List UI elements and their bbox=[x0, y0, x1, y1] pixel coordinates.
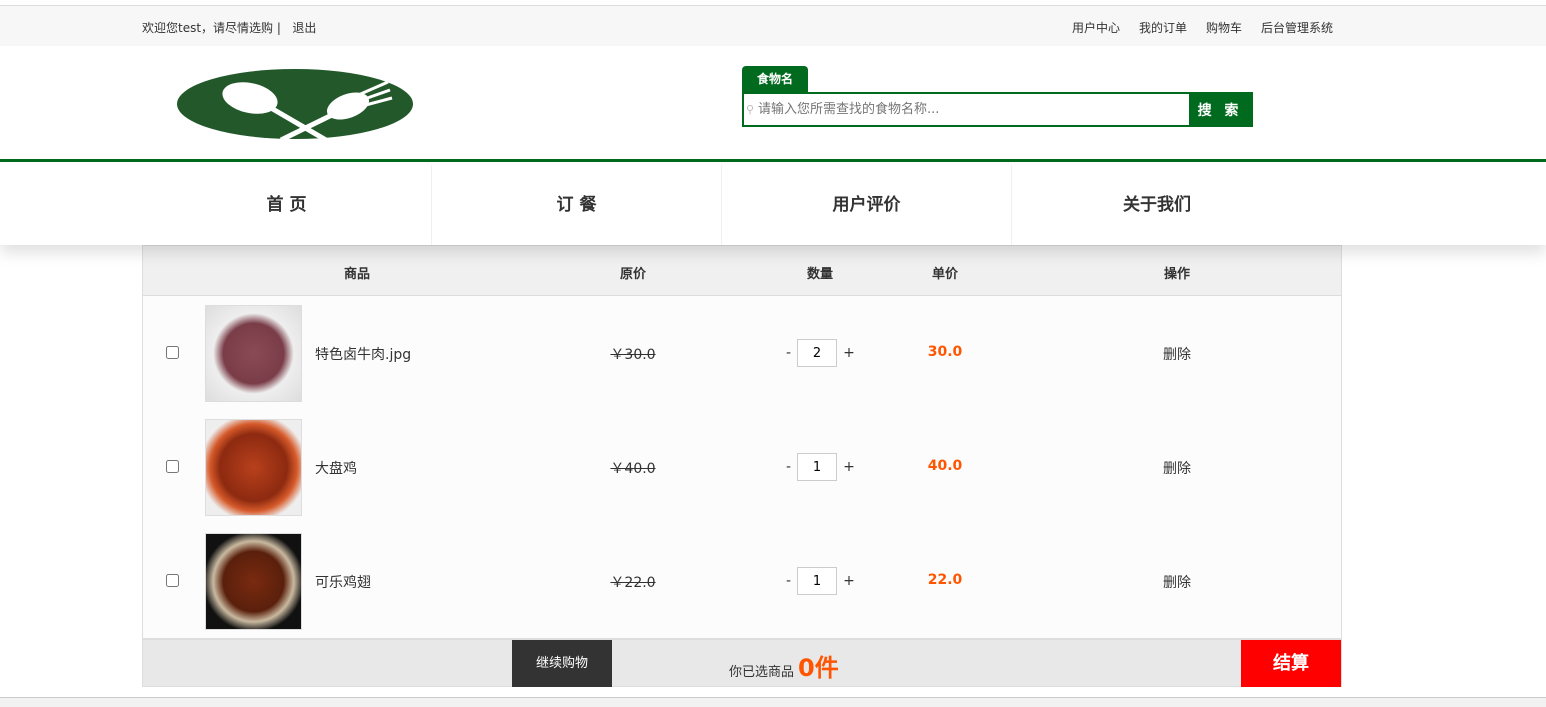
delete-button[interactable]: 删除 bbox=[1163, 344, 1191, 364]
unit-price: 40.0 bbox=[927, 458, 963, 474]
quantity-input[interactable] bbox=[797, 339, 838, 367]
my-orders-link[interactable]: 我的订单 bbox=[1139, 19, 1187, 36]
quantity-stepper: -+ bbox=[786, 453, 855, 481]
main-nav: 首 页 订 餐 用户评价 关于我们 bbox=[0, 165, 1546, 245]
original-price: ￥40.0 bbox=[610, 461, 656, 477]
top-bar: 欢迎您test，请尽情选购 | 退出 用户中心 我的订单 购物车 后台管理系统 bbox=[0, 6, 1546, 46]
table-header: 商品 原价 数量 单价 操作 bbox=[143, 246, 1341, 296]
nav-home[interactable]: 首 页 bbox=[142, 165, 432, 245]
product-name: 可乐鸡翅 bbox=[315, 575, 371, 591]
unit-price: 30.0 bbox=[927, 344, 963, 360]
product-name: 特色卤牛肉.jpg bbox=[315, 347, 412, 363]
quantity-input[interactable] bbox=[797, 567, 838, 595]
delete-button[interactable]: 删除 bbox=[1163, 458, 1191, 478]
header: 食物名 ⚲ 搜 索 bbox=[0, 46, 1546, 162]
header-quantity: 数量 bbox=[806, 267, 834, 282]
welcome-text: 欢迎您test，请尽情选购 | bbox=[142, 21, 281, 35]
header-action: 操作 bbox=[1163, 267, 1191, 282]
nav-order[interactable]: 订 餐 bbox=[432, 165, 722, 245]
selected-summary: 你已选商品 0件 bbox=[729, 648, 839, 683]
header-product: 商品 bbox=[343, 267, 371, 282]
footer-bar bbox=[0, 697, 1546, 707]
original-price: ￥30.0 bbox=[610, 347, 656, 363]
increase-button[interactable]: + bbox=[843, 345, 855, 361]
table-row: 特色卤牛肉.jpg ￥30.0 -+ 30.0 删除 bbox=[143, 296, 1341, 410]
quantity-input[interactable] bbox=[797, 453, 838, 481]
decrease-button[interactable]: - bbox=[786, 573, 791, 589]
row-checkbox[interactable] bbox=[166, 346, 179, 359]
table-row: 可乐鸡翅 ￥22.0 -+ 22.0 删除 bbox=[143, 524, 1341, 638]
decrease-button[interactable]: - bbox=[786, 459, 791, 475]
logo[interactable] bbox=[176, 68, 414, 140]
search-button[interactable]: 搜 索 bbox=[1189, 94, 1251, 125]
product-name: 大盘鸡 bbox=[315, 461, 357, 477]
nav-about[interactable]: 关于我们 bbox=[1012, 165, 1302, 245]
admin-link[interactable]: 后台管理系统 bbox=[1261, 19, 1333, 36]
decrease-button[interactable]: - bbox=[786, 345, 791, 361]
unit-price: 22.0 bbox=[927, 572, 963, 588]
logout-link[interactable]: 退出 bbox=[292, 21, 316, 35]
user-center-link[interactable]: 用户中心 bbox=[1072, 19, 1120, 36]
product-image bbox=[205, 419, 302, 516]
table-row: 大盘鸡 ￥40.0 -+ 40.0 删除 bbox=[143, 410, 1341, 524]
search-icon: ⚲ bbox=[746, 103, 755, 116]
increase-button[interactable]: + bbox=[843, 459, 855, 475]
search-input[interactable] bbox=[758, 94, 1189, 125]
quantity-stepper: -+ bbox=[786, 567, 855, 595]
cart-footer: 继续购物 你已选商品 0件 结算 bbox=[142, 639, 1342, 687]
continue-shopping-button[interactable]: 继续购物 bbox=[512, 640, 612, 687]
delete-button[interactable]: 删除 bbox=[1163, 572, 1191, 592]
quantity-stepper: -+ bbox=[786, 339, 855, 367]
header-unit: 单价 bbox=[931, 267, 959, 282]
search-category-tab[interactable]: 食物名 bbox=[742, 66, 808, 93]
checkout-button[interactable]: 结算 bbox=[1241, 640, 1341, 687]
cart-table: 商品 原价 数量 单价 操作 特色卤牛肉.jpg ￥30.0 -+ 30.0 删… bbox=[142, 245, 1342, 639]
product-image bbox=[205, 305, 302, 402]
search-box: ⚲ 搜 索 bbox=[742, 92, 1253, 127]
selected-label: 你已选商品 bbox=[729, 665, 795, 680]
nav-reviews[interactable]: 用户评价 bbox=[722, 165, 1012, 245]
original-price: ￥22.0 bbox=[610, 575, 656, 591]
increase-button[interactable]: + bbox=[843, 573, 855, 589]
header-original: 原价 bbox=[619, 267, 647, 282]
cart-link[interactable]: 购物车 bbox=[1206, 19, 1242, 36]
row-checkbox[interactable] bbox=[166, 460, 179, 473]
selected-count: 0件 bbox=[798, 654, 839, 682]
row-checkbox[interactable] bbox=[166, 574, 179, 587]
product-image bbox=[205, 533, 302, 630]
